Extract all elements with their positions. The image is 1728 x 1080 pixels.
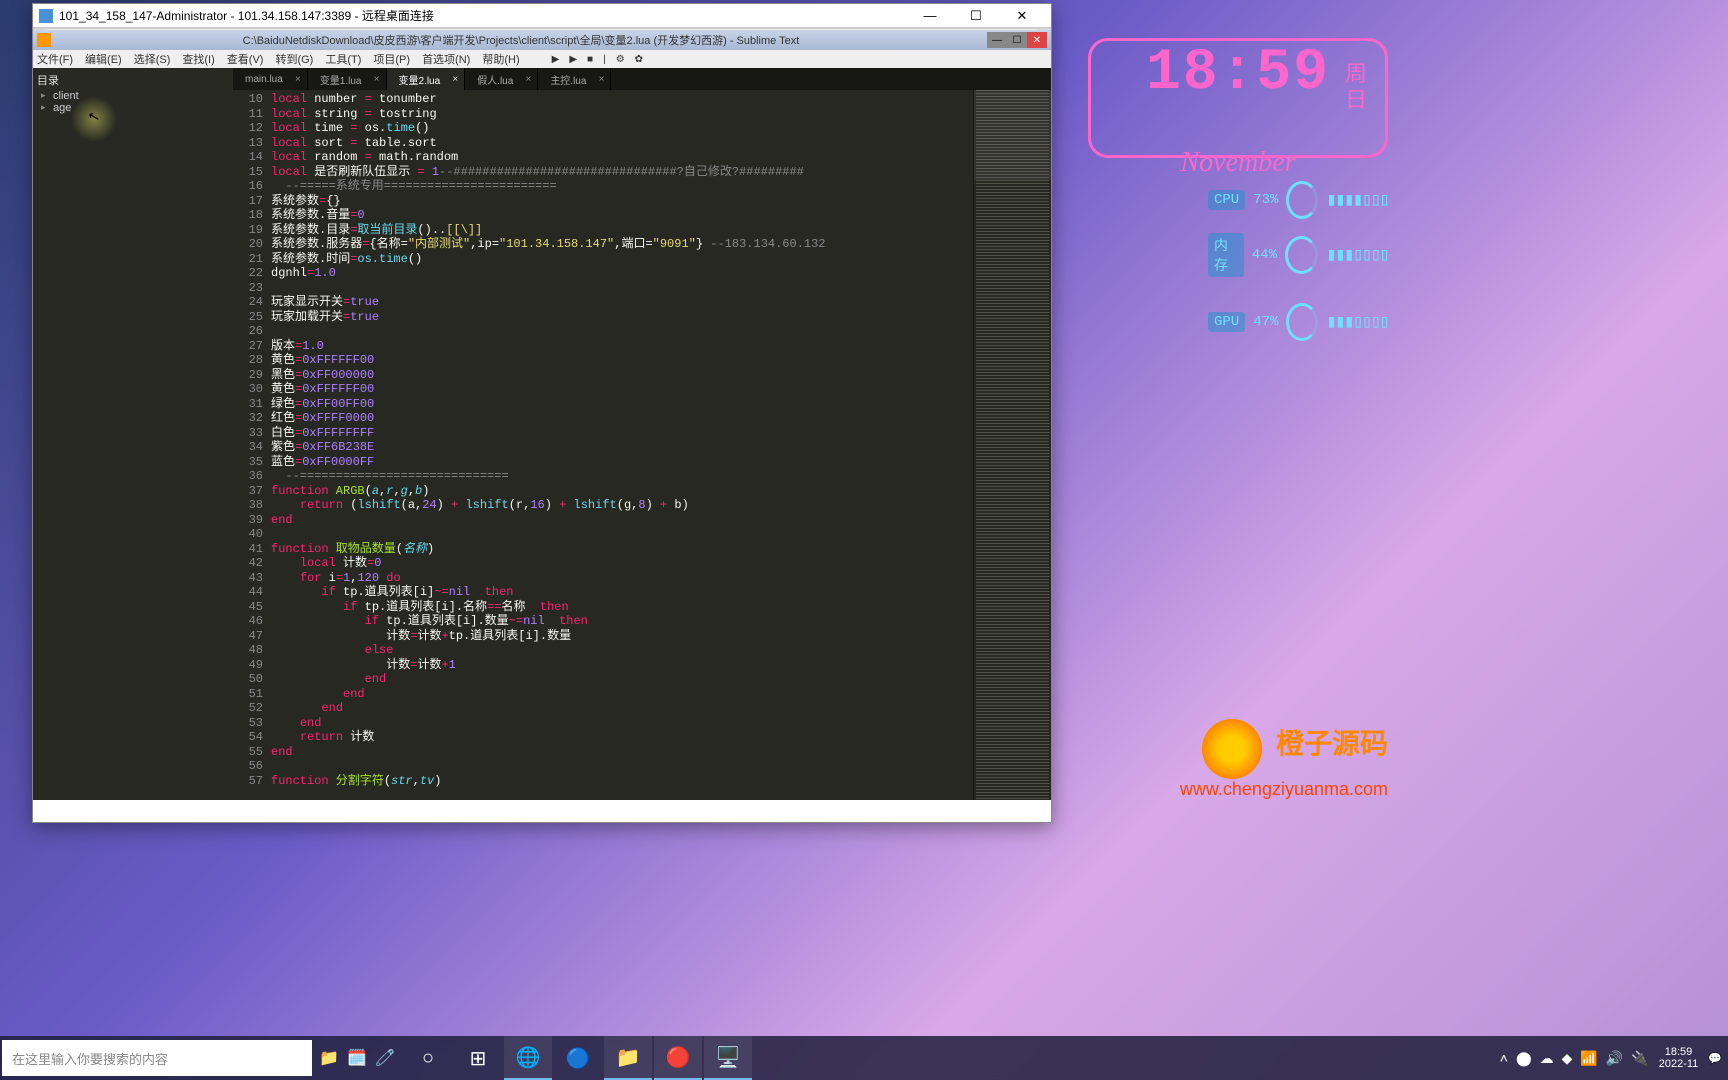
menu-view[interactable]: 查看(V) — [227, 51, 264, 67]
rdp-app[interactable]: 🖥️ — [704, 1036, 752, 1080]
code-editor[interactable]: local number = tonumberlocal string = to… — [271, 90, 973, 800]
tray-battery-icon[interactable]: 🔌 — [1631, 1050, 1648, 1067]
tab-var1[interactable]: 变量1.lua× — [308, 68, 387, 90]
sublime-minimize[interactable]: — — [987, 32, 1007, 48]
tab-main[interactable]: main.lua× — [233, 68, 308, 90]
sublime-sidebar[interactable]: 目录 client age — [33, 68, 233, 800]
tab-zhukong[interactable]: 主控.lua× — [538, 68, 611, 90]
menu-file[interactable]: 文件(F) — [37, 51, 73, 67]
editor-tabs: main.lua× 变量1.lua× 变量2.lua× 假人.lua× 主控.l… — [233, 68, 1051, 90]
taskbar-search[interactable]: 在这里输入你要搜索的内容 — [2, 1040, 312, 1076]
play-icon[interactable]: ▶ — [552, 54, 560, 65]
line-gutter[interactable]: 1011121314151617181920212223242526272829… — [233, 90, 271, 800]
shortcut-icon[interactable]: 📁 — [318, 1047, 340, 1069]
forward-icon[interactable]: ▶ — [569, 54, 577, 65]
windows-taskbar[interactable]: 在这里输入你要搜索的内容 📁 🗓️ 🧷 ○ ⊞ 🌐 🔵 📁 🔴 🖥️ ˄ ⬤ ☁… — [0, 1036, 1728, 1080]
tray-wifi-icon[interactable]: 📶 — [1580, 1050, 1597, 1067]
menu-goto[interactable]: 转到(G) — [275, 51, 313, 67]
orange-icon — [1202, 719, 1262, 779]
menu-select[interactable]: 选择(S) — [134, 51, 171, 67]
minimap-viewport[interactable] — [974, 90, 1051, 180]
gauge-ring-icon — [1285, 236, 1318, 274]
close-button[interactable]: ✕ — [999, 5, 1045, 27]
gpu-gauge: GPU 47% ▮▮▮▯▯▯▯ — [1208, 302, 1388, 342]
stop-icon[interactable]: ■ — [587, 54, 593, 65]
sublime-close[interactable]: ✕ — [1027, 32, 1047, 48]
sublime-icon — [37, 33, 51, 47]
tab-close-icon[interactable]: × — [599, 74, 605, 85]
tray-chevron-icon[interactable]: ˄ — [1500, 1050, 1508, 1067]
browser-app[interactable]: 🔵 — [554, 1036, 602, 1080]
rdp-title: 101_34_158_147-Administrator - 101.34.15… — [59, 7, 434, 24]
menu-find[interactable]: 查找(I) — [182, 51, 214, 67]
sublime-window: C:\BaiduNetdiskDownload\皮皮西游\客户端开发\Proje… — [33, 30, 1051, 800]
sidebar-folder-age[interactable]: age — [37, 102, 229, 114]
tray-clock[interactable]: 18:59 2022-11 — [1659, 1046, 1699, 1070]
menu-help[interactable]: 帮助(H) — [482, 51, 519, 67]
shortcut-icon[interactable]: 🧷 — [374, 1047, 396, 1069]
tab-var2[interactable]: 变量2.lua× — [387, 68, 466, 90]
watermark-logo: 橙子源码 www.chengziyuanma.com — [1128, 719, 1388, 800]
task-view-button[interactable]: ⊞ — [454, 1036, 502, 1080]
shortcut-icon[interactable]: 🗓️ — [346, 1047, 368, 1069]
settings-icon[interactable]: ✿ — [635, 54, 643, 65]
edge-app[interactable]: 🌐 — [504, 1036, 552, 1080]
sidebar-folder-client[interactable]: client — [37, 90, 229, 102]
clock-month: November — [1180, 147, 1295, 179]
gear-icon[interactable]: ⚙ — [616, 54, 625, 65]
maximize-button[interactable]: ☐ — [953, 5, 999, 27]
tray-app-icon[interactable]: ◆ — [1562, 1050, 1573, 1067]
rdp-window: 101_34_158_147-Administrator - 101.34.15… — [32, 3, 1052, 823]
tab-close-icon[interactable]: × — [374, 74, 380, 85]
tab-close-icon[interactable]: × — [525, 74, 531, 85]
menu-project[interactable]: 项目(P) — [373, 51, 410, 67]
taskbar-pinned-shortcuts: 📁 🗓️ 🧷 — [318, 1047, 396, 1069]
menu-edit[interactable]: 编辑(E) — [85, 51, 122, 67]
cpu-gauge: CPU 73% ▮▮▮▮▯▯▯ — [1208, 180, 1388, 220]
minimize-button[interactable]: — — [907, 5, 953, 27]
tab-close-icon[interactable]: × — [295, 74, 301, 85]
desktop-clock-widget: 18:59 周 日 November — [1088, 38, 1388, 158]
rdp-icon — [39, 9, 53, 23]
clock-time: 18:59 — [1146, 41, 1330, 106]
sublime-title-path: C:\BaiduNetdiskDownload\皮皮西游\客户端开发\Proje… — [55, 32, 987, 48]
memory-gauge: 内存 44% ▮▮▮▯▯▯▯ — [1208, 235, 1388, 275]
sublime-maximize[interactable]: ☐ — [1007, 32, 1027, 48]
explorer-app[interactable]: 📁 — [604, 1036, 652, 1080]
gauge-ring-icon — [1286, 181, 1318, 219]
minimap[interactable] — [973, 90, 1051, 800]
tray-app-icon[interactable]: ☁ — [1540, 1050, 1554, 1067]
menu-tools[interactable]: 工具(T) — [325, 51, 361, 67]
gauge-ring-icon — [1286, 303, 1318, 341]
menu-prefs[interactable]: 首选项(N) — [422, 51, 470, 67]
sublime-titlebar[interactable]: C:\BaiduNetdiskDownload\皮皮西游\客户端开发\Proje… — [33, 30, 1051, 50]
system-tray[interactable]: ˄ ⬤ ☁ ◆ 📶 🔊 🔌 18:59 2022-11 💬 — [1500, 1046, 1728, 1070]
tab-jiaren[interactable]: 假人.lua× — [465, 68, 538, 90]
notification-icon[interactable]: 💬 — [1708, 1052, 1722, 1065]
tab-close-icon[interactable]: × — [452, 74, 458, 85]
clock-weekday: 周 日 — [1345, 61, 1367, 113]
tray-app-icon[interactable]: ⬤ — [1516, 1050, 1532, 1067]
cortana-button[interactable]: ○ — [404, 1036, 452, 1080]
sublime-menubar: 文件(F) 编辑(E) 选择(S) 查找(I) 查看(V) 转到(G) 工具(T… — [33, 50, 1051, 68]
recorder-app[interactable]: 🔴 — [654, 1036, 702, 1080]
tray-volume-icon[interactable]: 🔊 — [1606, 1050, 1623, 1067]
rdp-titlebar[interactable]: 101_34_158_147-Administrator - 101.34.15… — [33, 4, 1051, 28]
sidebar-root[interactable]: 目录 — [37, 72, 229, 88]
